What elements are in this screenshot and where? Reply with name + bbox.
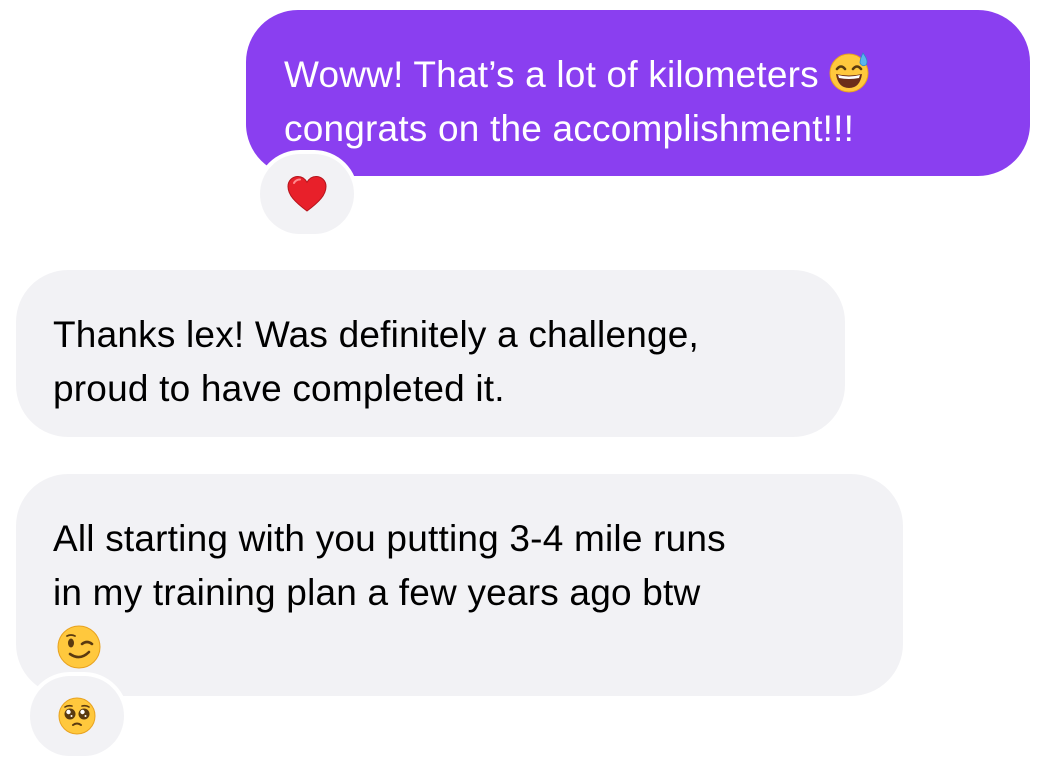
message-text-line: All starting with you putting 3-4 mile r… xyxy=(53,518,726,559)
message-reaction-badge[interactable] xyxy=(256,150,358,238)
message-text-line: congrats on the accomplishment!!! xyxy=(284,108,855,149)
message-text: Woww! That’s a lot of kilometers xyxy=(284,54,819,95)
message-reaction-badge[interactable] xyxy=(26,672,128,760)
received-message-bubble[interactable]: Thanks lex! Was definitely a challenge, … xyxy=(16,270,845,437)
message-text-line: Thanks lex! Was definitely a challenge, xyxy=(53,314,700,355)
winking-face-icon xyxy=(57,625,101,669)
grinning-face-with-sweat-emoji-icon xyxy=(829,52,869,93)
message-text-line: Woww! That’s a lot of kilometers xyxy=(284,48,1000,102)
pleading-face-icon xyxy=(58,697,96,735)
received-message-bubble[interactable]: All starting with you putting 3-4 mile r… xyxy=(16,474,903,696)
red-heart-icon xyxy=(287,175,327,212)
message-text-line: proud to have completed it. xyxy=(53,368,505,409)
sent-message-bubble[interactable]: Woww! That’s a lot of kilometers congrat… xyxy=(246,10,1030,176)
message-text-line: in my training plan a few years ago btw xyxy=(53,572,701,613)
